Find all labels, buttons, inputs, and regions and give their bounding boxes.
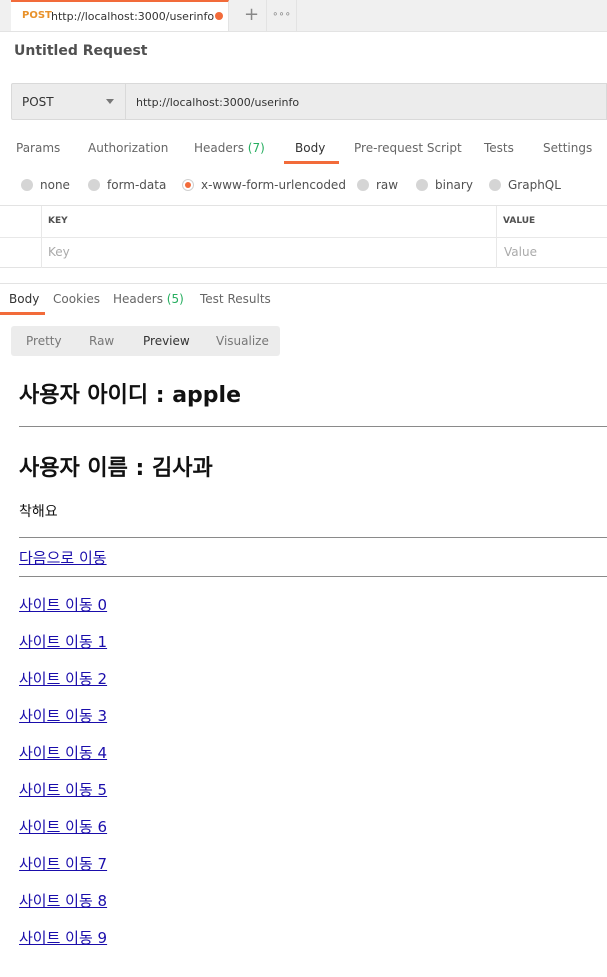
request-tab-url: http://localhost:3000/userinfo	[51, 10, 215, 23]
description-text: 착해요	[19, 504, 58, 520]
radio-label: raw	[376, 178, 399, 192]
more-icon: ∘∘∘	[272, 9, 291, 20]
next-link[interactable]: 다음으로 이동	[19, 547, 107, 568]
method-select[interactable]: POST	[11, 83, 126, 120]
key-input[interactable]: Key	[48, 245, 70, 259]
add-tab-button[interactable]: +	[237, 0, 267, 31]
view-pretty[interactable]: Pretty	[26, 334, 62, 348]
active-tab-indicator	[284, 161, 339, 164]
horizontal-rule	[19, 576, 607, 577]
radio-circle	[88, 179, 100, 191]
tab-headers[interactable]: Headers (7)	[194, 141, 265, 155]
radio-circle	[21, 179, 33, 191]
key-header: KEY	[48, 216, 68, 226]
value-header: VALUE	[503, 216, 536, 226]
view-raw[interactable]: Raw	[89, 334, 114, 348]
site-link[interactable]: 사이트 이동 7	[19, 853, 107, 874]
response-tab-headers-label: Headers	[113, 292, 163, 306]
site-link[interactable]: 사이트 이동 0	[19, 594, 107, 615]
site-link[interactable]: 사이트 이동 2	[19, 668, 107, 689]
value-input[interactable]: Value	[504, 245, 537, 259]
tab-tests[interactable]: Tests	[484, 141, 514, 155]
radio-label: GraphQL	[508, 178, 561, 192]
user-id-heading: 사용자 아이디 : apple	[19, 383, 242, 408]
horizontal-rule	[19, 537, 607, 538]
method-select-value: POST	[22, 95, 54, 109]
site-link[interactable]: 사이트 이동 6	[19, 816, 107, 837]
view-visualize[interactable]: Visualize	[216, 334, 269, 348]
tab-authorization[interactable]: Authorization	[88, 141, 168, 155]
site-link[interactable]: 사이트 이동 1	[19, 631, 107, 652]
unsaved-dot-icon	[215, 12, 223, 20]
site-link[interactable]: 사이트 이동 5	[19, 779, 107, 800]
user-name-heading: 사용자 이름 : 김사과	[19, 456, 213, 481]
row-divider	[0, 237, 607, 238]
pane-divider[interactable]	[0, 283, 607, 284]
response-tab-headers[interactable]: Headers (5)	[113, 292, 184, 306]
tab-settings[interactable]: Settings	[543, 141, 592, 155]
radio-circle	[489, 179, 501, 191]
key-value-table: KEY VALUE Key Value	[0, 205, 607, 268]
tab-body[interactable]: Body	[295, 141, 325, 155]
request-tab[interactable]: POST http://localhost:3000/userinfo	[11, 0, 229, 31]
response-tab-headers-count: (5)	[166, 292, 184, 306]
chevron-down-icon	[106, 99, 114, 104]
radio-circle	[357, 179, 369, 191]
response-active-tab-indicator	[0, 312, 45, 315]
tab-pre-request-script[interactable]: Pre-request Script	[354, 141, 462, 155]
more-tabs-button[interactable]: ∘∘∘	[267, 0, 297, 31]
request-tab-method: POST	[22, 10, 52, 21]
site-link[interactable]: 사이트 이동 3	[19, 705, 107, 726]
request-title[interactable]: Untitled Request	[14, 43, 148, 59]
view-preview[interactable]: Preview	[143, 334, 190, 348]
horizontal-rule	[19, 426, 607, 427]
response-tab-cookies[interactable]: Cookies	[53, 292, 100, 306]
radio-circle-selected	[182, 179, 194, 191]
radio-circle	[416, 179, 428, 191]
response-tab-body[interactable]: Body	[9, 292, 39, 306]
url-input[interactable]: http://localhost:3000/userinfo	[126, 83, 607, 120]
view-mode-control: Pretty Raw Preview Visualize	[11, 326, 280, 356]
site-link[interactable]: 사이트 이동 8	[19, 890, 107, 911]
tab-headers-label: Headers	[194, 141, 244, 155]
tab-params[interactable]: Params	[16, 141, 60, 155]
site-link[interactable]: 사이트 이동 9	[19, 927, 107, 948]
site-link[interactable]: 사이트 이동 4	[19, 742, 107, 763]
radio-label: x-www-form-urlencoded	[201, 178, 346, 192]
radio-label: binary	[435, 178, 473, 192]
radio-label: none	[40, 178, 70, 192]
response-tab-test-results[interactable]: Test Results	[200, 292, 271, 306]
tab-headers-count: (7)	[247, 141, 265, 155]
radio-label: form-data	[107, 178, 167, 192]
plus-icon: +	[243, 4, 260, 25]
